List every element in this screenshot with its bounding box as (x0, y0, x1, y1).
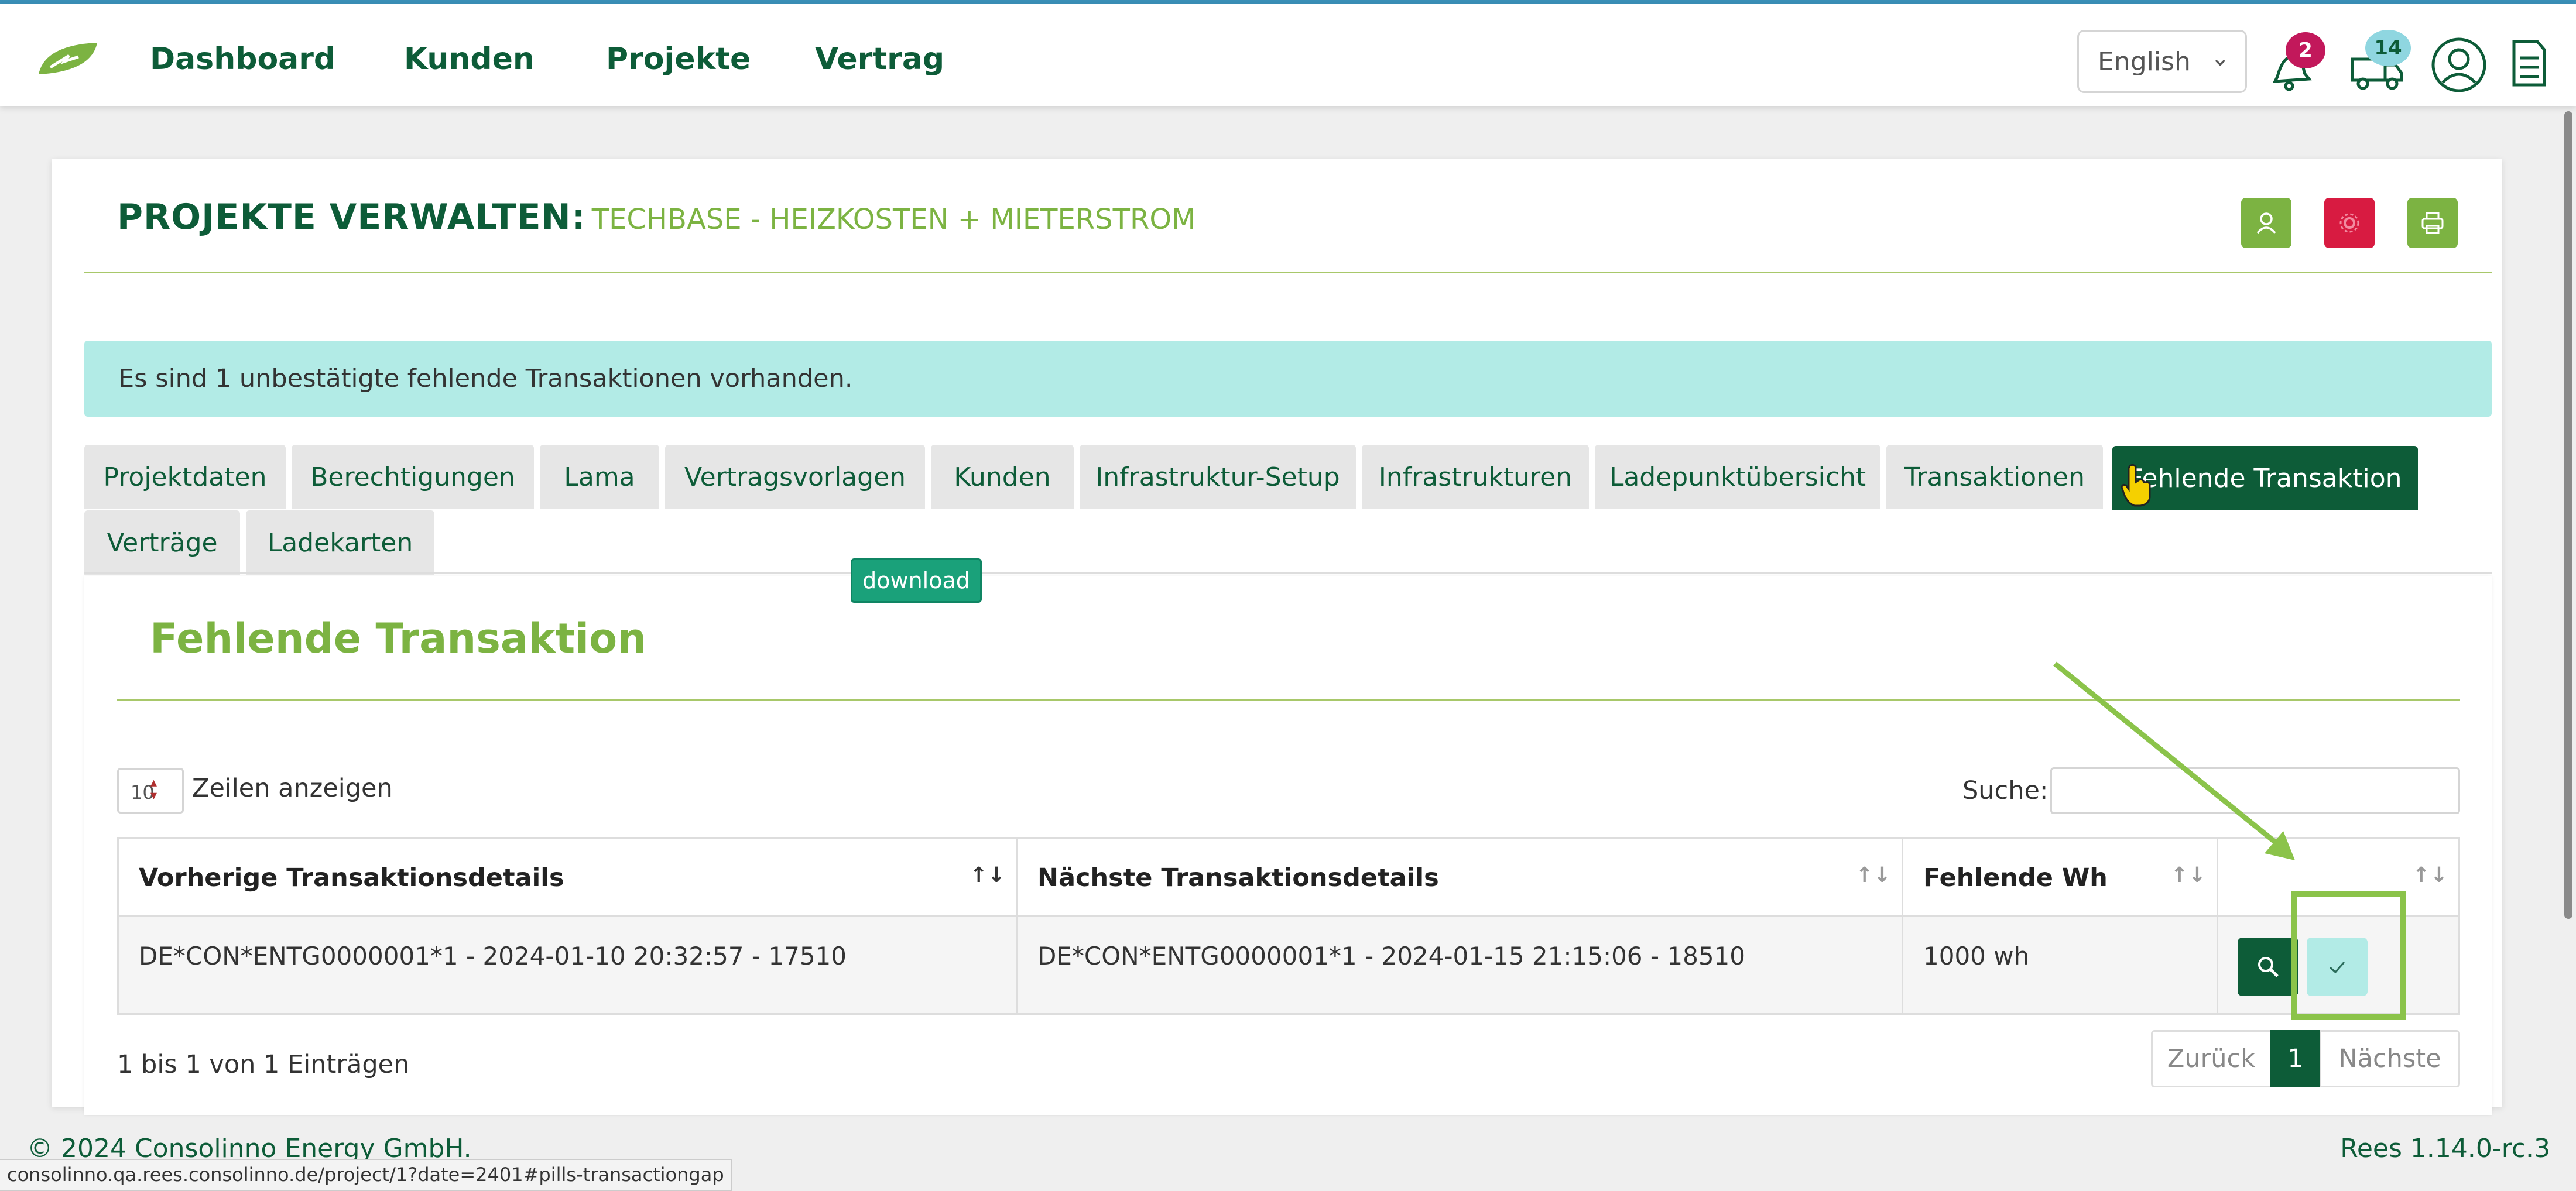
rows-per-page-label: Zeilen anzeigen (192, 774, 393, 803)
page-title-strong: PROJEKTE VERWALTEN: (117, 197, 586, 238)
document-icon[interactable] (2506, 36, 2553, 94)
tab-kunden[interactable]: Kunden (931, 445, 1074, 509)
tab-ladekarten[interactable]: Ladekarten (246, 510, 434, 575)
annotation-arrow-icon (2053, 661, 2295, 860)
language-select[interactable]: English ⌄ (2077, 30, 2247, 93)
nav-kunden[interactable]: Kunden (404, 42, 535, 77)
sort-arrows-icon: ▴ ▾ (150, 775, 157, 803)
navbar: Dashboard Kunden Projekte Vertrag Englis… (0, 4, 2576, 106)
print-button[interactable] (2407, 198, 2458, 248)
missing-wh-text: 1000 wh (1923, 942, 2030, 970)
nav-vertrag[interactable]: Vertrag (815, 42, 944, 77)
top-accent-line (0, 0, 2576, 4)
rows-per-page-select[interactable]: 10 ▴ ▾ (117, 768, 184, 814)
column-header-previous-label: Vorherige Transaktionsdetails (139, 863, 564, 893)
tab-infrastruktur-setup[interactable]: Infrastruktur-Setup (1080, 445, 1356, 509)
sort-icon: ↑↓ (2412, 863, 2448, 887)
annotation-highlight-box (2291, 891, 2406, 1020)
sort-icon: ↑↓ (1855, 863, 1891, 887)
table-info: 1 bis 1 von 1 Einträgen (117, 1050, 410, 1079)
nav-dashboard[interactable]: Dashboard (150, 42, 335, 77)
tab-fehlende-transaktion[interactable]: Fehlende Transaktion (2112, 446, 2418, 510)
hand-cursor-icon (2121, 464, 2151, 507)
column-header-next-label: Nächste Transaktionsdetails (1037, 863, 1439, 893)
table-cell-missing: 1000 wh (1903, 917, 2218, 1013)
user-icon (2256, 212, 2276, 234)
sort-icon: ↑↓ (970, 863, 1005, 887)
tab-projektdaten[interactable]: Projektdaten (84, 445, 286, 509)
column-header-previous[interactable]: Vorherige Transaktionsdetails ↑↓ (119, 839, 1018, 917)
printer-icon (2421, 212, 2444, 234)
tab-berechtigungen[interactable]: Berechtigungen (292, 445, 534, 509)
tab-transaktionen[interactable]: Transaktionen (1886, 445, 2103, 509)
truck-badge: 14 (2365, 30, 2411, 66)
next-transaction-text: DE*CON*ENTG0000001*1 - 2024-01-15 21:15:… (1037, 942, 1745, 970)
scrollbar[interactable] (2564, 111, 2572, 919)
tab-vertragsvorlagen[interactable]: Vertragsvorlagen (665, 445, 925, 509)
footer-version: Rees 1.14.0-rc.3 (2340, 1134, 2550, 1163)
download-tooltip[interactable]: download (851, 558, 982, 603)
alert-info: Es sind 1 unbestätigte fehlende Transakt… (84, 341, 2492, 417)
previous-transaction-text: DE*CON*ENTG0000001*1 - 2024-01-10 20:32:… (139, 942, 847, 970)
header-divider (84, 272, 2492, 273)
user-avatar-icon[interactable] (2430, 36, 2488, 94)
view-details-button[interactable] (2238, 938, 2298, 996)
settings-button[interactable] (2324, 198, 2375, 248)
search-icon (2258, 957, 2279, 977)
chevron-down-icon: ⌄ (2210, 44, 2230, 71)
section-title: Fehlende Transaktion (150, 615, 647, 663)
pagination-previous[interactable]: Zurück (2151, 1030, 2272, 1087)
language-value: English (2098, 47, 2191, 77)
notification-badge: 2 (2286, 32, 2325, 68)
gear-icon (2339, 213, 2359, 233)
tab-vertraege[interactable]: Verträge (84, 510, 240, 575)
tab-infrastrukturen[interactable]: Infrastrukturen (1362, 445, 1589, 509)
logo-icon[interactable] (33, 39, 103, 80)
table-cell-previous: DE*CON*ENTG0000001*1 - 2024-01-10 20:32:… (119, 917, 1018, 1013)
nav-projekte[interactable]: Projekte (606, 42, 751, 77)
search-label: Suche: (1962, 776, 2049, 805)
column-header-next[interactable]: Nächste Transaktionsdetails ↑↓ (1018, 839, 1903, 917)
page-title-project: TECHBASE - HEIZKOSTEN + MIETERSTROM (591, 203, 1196, 236)
status-bar-url: consolinno.qa.rees.consolinno.de/project… (0, 1159, 732, 1191)
pagination-current-page[interactable]: 1 (2270, 1030, 2321, 1087)
alert-text: Es sind 1 unbestätigte fehlende Transakt… (118, 364, 853, 393)
pagination-next[interactable]: Nächste (2320, 1030, 2460, 1087)
user-settings-button[interactable] (2241, 198, 2291, 248)
page-title: PROJEKTE VERWALTEN: TECHBASE - HEIZKOSTEN… (117, 197, 1196, 238)
tab-bar-divider (84, 572, 2492, 574)
table-cell-next: DE*CON*ENTG0000001*1 - 2024-01-15 21:15:… (1018, 917, 1903, 1013)
tab-ladepunktuebersicht[interactable]: Ladepunktübersicht (1595, 445, 1880, 509)
tab-lama[interactable]: Lama (540, 445, 659, 509)
